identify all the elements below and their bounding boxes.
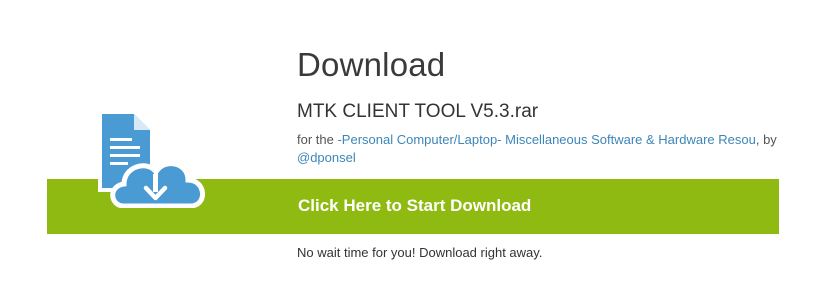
no-wait-note: No wait time for you! Download right awa… [297,245,543,260]
start-download-label: Click Here to Start Download [298,196,532,215]
file-name: MTK CLIENT TOOL V5.3.rar [297,101,539,122]
meta-prefix: for the [297,132,338,147]
category-link[interactable]: -Personal Computer/Laptop- Miscellaneous… [337,132,755,147]
page-title: Download [297,46,446,83]
file-meta: for the -Personal Computer/Laptop- Misce… [297,131,779,167]
file-cloud-download-icon [90,108,210,209]
author-link[interactable]: @dponsel [297,150,356,165]
meta-by: , by [755,132,777,147]
download-page: Download MTK CLIENT TOOL V5.3.rar for th… [0,0,837,294]
